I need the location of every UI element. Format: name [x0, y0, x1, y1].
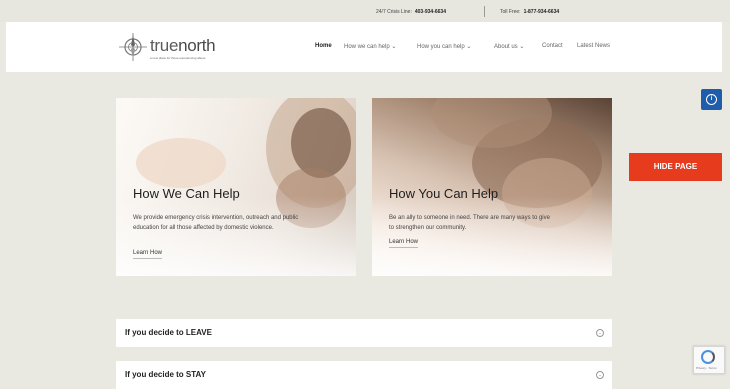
accordion-label: If you decide to LEAVE — [125, 328, 212, 337]
chevron-circle-icon[interactable]: ⌄ — [596, 371, 604, 379]
card-text: We provide emergency crisis intervention… — [133, 215, 299, 231]
nav-label: About us — [494, 44, 518, 50]
chevron-down-icon: ⌄ — [391, 44, 397, 50]
crisis-line-number[interactable]: 403-934-6634 — [415, 9, 446, 15]
crisis-line: 24/7 Crisis Line: 403-934-6634 — [376, 9, 446, 15]
topbar-divider — [484, 6, 485, 17]
nav-home[interactable]: Home — [315, 43, 332, 49]
card-learn-how-link[interactable]: Learn How — [133, 250, 163, 259]
accessibility-icon: i — [706, 94, 717, 105]
card-title: How We Can Help — [133, 186, 240, 201]
logo-tagline: a new place for those experiencing abuse — [150, 56, 206, 60]
toll-free-line: Toll Free: 1-877-934-6634 — [500, 9, 559, 15]
accordion-label: If you decide to STAY — [125, 370, 206, 379]
logo-suffix: north — [178, 36, 216, 55]
site-logo[interactable]: truenorth a new place for those experien… — [118, 32, 238, 62]
card-learn-how-link[interactable]: Learn How — [389, 239, 419, 248]
nav-label: How you can help — [417, 44, 465, 50]
hide-page-button[interactable]: HIDE PAGE — [629, 153, 722, 181]
accessibility-button[interactable]: i — [701, 89, 722, 110]
nav-label: How we can help — [344, 44, 390, 50]
card-title: How You Can Help — [389, 186, 499, 201]
nav-about-us[interactable]: About us ⌄ — [494, 43, 524, 50]
toll-free-number[interactable]: 1-877-934-6634 — [524, 9, 560, 15]
logo-prefix: true — [150, 36, 179, 55]
nav-contact[interactable]: Contact — [542, 43, 563, 49]
logo-wordmark: truenorth — [150, 36, 216, 56]
compass-icon — [119, 33, 147, 61]
recaptcha-text: Privacy - Terms — [696, 366, 717, 370]
top-info-bar: 24/7 Crisis Line: 403-934-6634 Toll Free:… — [0, 0, 730, 22]
site-header: truenorth a new place for those experien… — [6, 22, 722, 72]
nav-how-we-can-help[interactable]: How we can help ⌄ — [344, 43, 396, 50]
nav-latest-news[interactable]: Latest News — [577, 43, 610, 49]
nav-how-you-can-help[interactable]: How you can help ⌄ — [417, 43, 471, 50]
crisis-line-label: 24/7 Crisis Line: — [376, 9, 412, 15]
card-how-you-can-help[interactable]: How You Can Help Be an ally to someone i… — [372, 98, 612, 276]
chevron-down-icon: ⌄ — [519, 44, 525, 50]
accordion-stay[interactable]: If you decide to STAY ⌄ — [116, 361, 612, 389]
recaptcha-badge[interactable]: Privacy - Terms — [693, 346, 725, 374]
card-photo-shape — [291, 108, 351, 178]
chevron-circle-icon[interactable]: ⌄ — [596, 329, 604, 337]
chevron-down-icon: ⌄ — [466, 44, 472, 50]
card-how-we-can-help[interactable]: How We Can Help We provide emergency cri… — [116, 98, 356, 276]
card-overlay — [116, 196, 356, 276]
card-text: Be an ally to someone in need. There are… — [389, 215, 550, 231]
card-overlay — [372, 196, 612, 276]
toll-free-label: Toll Free: — [500, 9, 521, 15]
recaptcha-icon — [701, 350, 715, 364]
card-photo-shape — [136, 138, 226, 188]
accordion-leave[interactable]: If you decide to LEAVE ⌄ — [116, 319, 612, 347]
